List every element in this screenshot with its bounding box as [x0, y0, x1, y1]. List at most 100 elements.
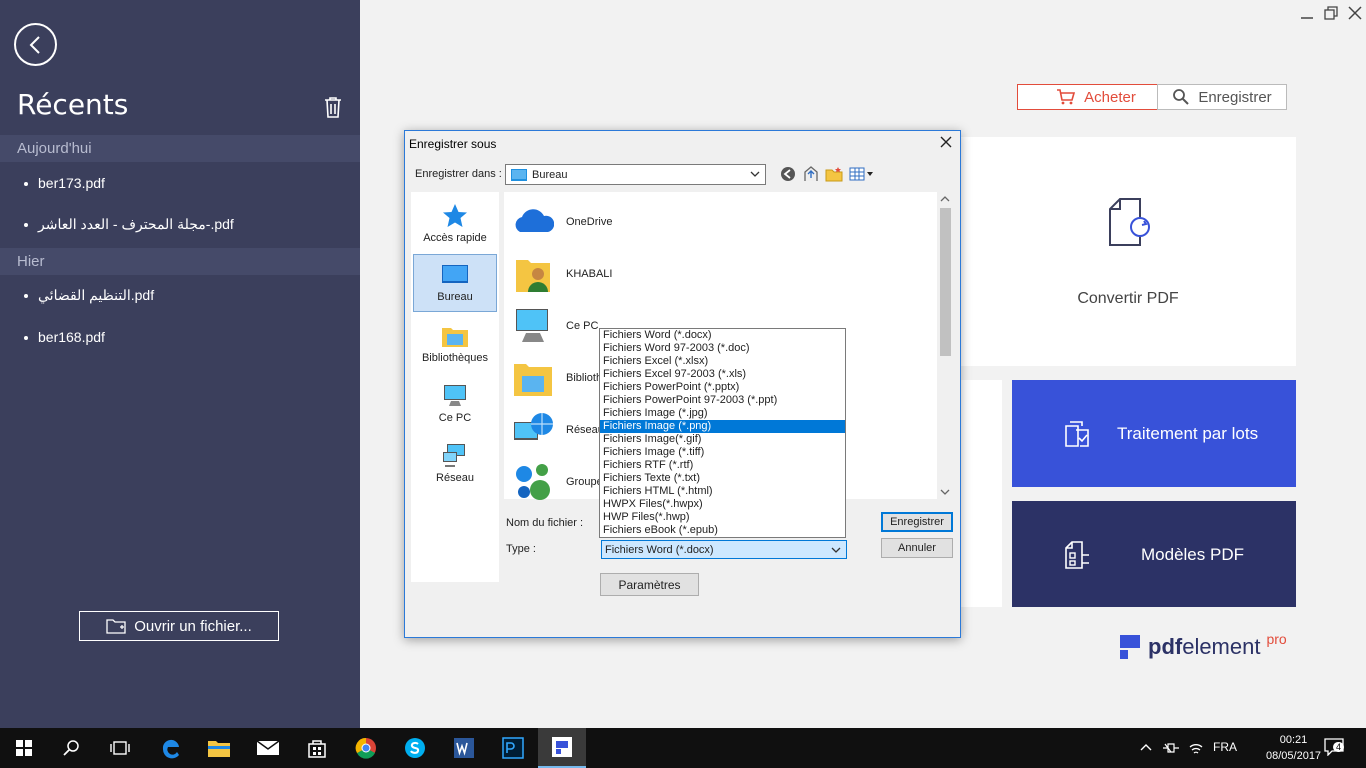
file-item-libraries[interactable]: Biblioth: [512, 355, 602, 401]
places-bar: Accès rapide Bureau Bibliothèques Ce PC …: [411, 192, 499, 582]
recent-file-name: ber168.pdf: [38, 329, 105, 345]
open-file-label: Ouvrir un fichier...: [134, 617, 252, 635]
buy-button[interactable]: Acheter: [1017, 84, 1175, 110]
save-button[interactable]: Enregistrer: [881, 512, 953, 532]
start-button[interactable]: [0, 728, 48, 768]
pdfelement-icon: [552, 737, 572, 757]
recent-file-name: التنظيم القضائي.pdf: [38, 287, 155, 303]
up-folder-icon[interactable]: [802, 166, 820, 182]
templates-icon: [1065, 541, 1089, 569]
recents-sidebar: Récents Aujourd'hui ber173.pdf مجلة المح…: [0, 0, 360, 728]
file-type-option[interactable]: Fichiers Word (*.docx): [600, 329, 845, 342]
file-type-option[interactable]: Fichiers PowerPoint 97-2003 (*.ppt): [600, 394, 845, 407]
file-list-scrollbar[interactable]: [937, 192, 953, 499]
file-type-option[interactable]: Fichiers Image (*.jpg): [600, 407, 845, 420]
file-type-option[interactable]: HWPX Files(*.hwpx): [600, 498, 845, 511]
batch-processing-card[interactable]: Traitement par lots: [1012, 380, 1296, 487]
file-type-option[interactable]: Fichiers RTF (*.rtf): [600, 459, 845, 472]
new-folder-icon[interactable]: [825, 166, 843, 182]
taskbar-app-pdfelement[interactable]: [538, 728, 586, 768]
file-type-option[interactable]: Fichiers Excel 97-2003 (*.xls): [600, 368, 845, 381]
recent-file-name: ber173.pdf: [38, 175, 105, 191]
taskbar-app-mail[interactable]: [244, 728, 292, 768]
computer-icon: [444, 385, 466, 406]
file-type-option[interactable]: HWP Files(*.hwp): [600, 511, 845, 524]
place-label: Bibliothèques: [421, 352, 489, 364]
buy-label: Acheter: [1084, 88, 1136, 106]
restore-icon[interactable]: [1324, 6, 1338, 20]
file-type-option[interactable]: Fichiers eBook (*.epub): [600, 524, 845, 537]
star-icon: [443, 204, 467, 227]
file-type-select[interactable]: Fichiers Word (*.docx): [601, 540, 847, 559]
file-item-onedrive[interactable]: OneDrive: [512, 199, 612, 245]
recent-file-item[interactable]: ber173.pdf: [24, 175, 105, 191]
homegroup-icon: [516, 464, 550, 500]
file-item-this-pc[interactable]: Ce PC: [512, 303, 598, 349]
file-type-option[interactable]: Fichiers Image(*.gif): [600, 433, 845, 446]
taskbar-app-store[interactable]: [293, 728, 341, 768]
place-libraries[interactable]: Bibliothèques: [413, 316, 497, 374]
taskbar-app-edge[interactable]: [147, 728, 195, 768]
file-type-option[interactable]: Fichiers HTML (*.html): [600, 485, 845, 498]
place-label: Accès rapide: [423, 232, 487, 244]
parameters-button[interactable]: Paramètres: [600, 573, 699, 596]
desktop-folder-icon: [511, 168, 527, 181]
file-item-user[interactable]: KHABALI: [512, 251, 612, 297]
close-icon[interactable]: [1348, 6, 1362, 20]
page-title: Récents: [17, 88, 129, 121]
file-type-option[interactable]: Fichiers Image (*.tiff): [600, 446, 845, 459]
input-language[interactable]: FRA: [1213, 740, 1237, 754]
pdf-templates-card[interactable]: Modèles PDF: [1012, 501, 1296, 607]
file-name: KHABALI: [566, 268, 613, 280]
place-quick-access[interactable]: Accès rapide: [413, 196, 497, 254]
file-type-option[interactable]: Fichiers Excel (*.xlsx): [600, 355, 845, 368]
taskbar-app-photoshop[interactable]: [489, 728, 537, 768]
recent-file-item[interactable]: ber168.pdf: [24, 329, 105, 345]
file-item-network[interactable]: Réseau: [512, 407, 604, 453]
libraries-folder-icon: [442, 328, 468, 347]
save-in-select[interactable]: Bureau: [505, 164, 766, 185]
notification-center-button[interactable]: 4: [1324, 738, 1346, 758]
view-menu-icon[interactable]: [849, 166, 875, 182]
place-this-pc[interactable]: Ce PC: [413, 376, 497, 434]
open-file-button[interactable]: Ouvrir un fichier...: [79, 611, 279, 641]
file-type-option[interactable]: Fichiers Image (*.png): [600, 420, 845, 433]
recent-file-item[interactable]: مجلة المحترف - العدد العاشر-.pdf: [24, 216, 234, 233]
taskbar-app-explorer[interactable]: [195, 728, 243, 768]
onedrive-icon: [515, 209, 554, 232]
scroll-thumb[interactable]: [940, 208, 951, 356]
wifi-icon[interactable]: [1188, 741, 1204, 755]
chevron-up-icon[interactable]: [1140, 742, 1152, 754]
windows-icon: [16, 740, 32, 756]
register-button[interactable]: Enregistrer: [1157, 84, 1287, 110]
place-network[interactable]: Réseau: [413, 436, 497, 494]
minimize-icon[interactable]: [1300, 6, 1314, 20]
file-item-homegroup[interactable]: Groupe: [512, 459, 603, 505]
convert-pdf-card[interactable]: Convertir PDF: [960, 137, 1296, 366]
chevron-left-icon: [29, 35, 40, 54]
file-type-dropdown-list: Fichiers Word (*.docx) Fichiers Word 97-2…: [599, 328, 846, 538]
place-desktop[interactable]: Bureau: [413, 254, 497, 312]
clock-time: 00:21: [1279, 734, 1308, 746]
network-icon: [443, 444, 465, 467]
dialog-close-button[interactable]: [940, 135, 952, 153]
trash-icon[interactable]: [323, 96, 343, 118]
file-type-option[interactable]: Fichiers PowerPoint (*.pptx): [600, 381, 845, 394]
file-type-option[interactable]: Fichiers Texte (*.txt): [600, 472, 845, 485]
skype-icon: [405, 738, 425, 758]
chevron-down-icon: [831, 547, 841, 553]
task-view-button[interactable]: [96, 728, 144, 768]
clock[interactable]: 00:21 08/05/2017: [1266, 732, 1321, 764]
back-button[interactable]: [14, 23, 57, 66]
power-plug-icon[interactable]: [1162, 741, 1180, 755]
chevron-down-icon: [750, 171, 760, 177]
cancel-button[interactable]: Annuler: [881, 538, 953, 558]
file-type-option[interactable]: Fichiers Word 97-2003 (*.doc): [600, 342, 845, 355]
mail-icon: [256, 740, 280, 755]
taskbar-app-chrome[interactable]: [342, 728, 390, 768]
taskbar-app-word[interactable]: [440, 728, 488, 768]
search-button[interactable]: [48, 728, 96, 768]
recent-file-item[interactable]: التنظيم القضائي.pdf: [24, 287, 154, 304]
taskbar-app-skype[interactable]: [391, 728, 439, 768]
back-icon[interactable]: [779, 166, 797, 182]
